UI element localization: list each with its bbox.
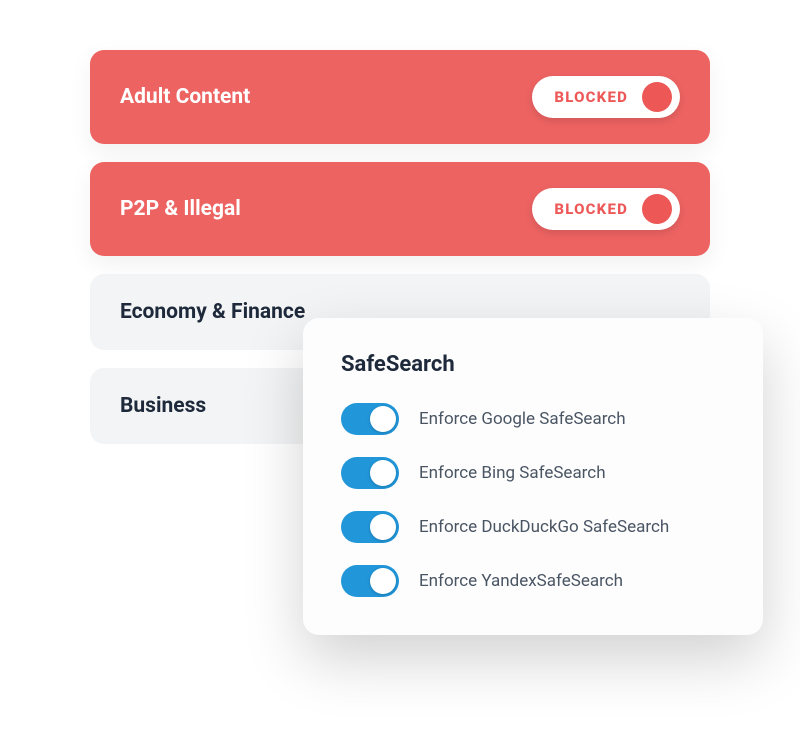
safesearch-label: Enforce DuckDuckGo SafeSearch [419, 517, 669, 537]
safesearch-label: Enforce Google SafeSearch [419, 409, 626, 429]
safesearch-item-bing: Enforce Bing SafeSearch [341, 457, 725, 489]
safesearch-toggle-bing[interactable] [341, 457, 399, 489]
blocked-toggle[interactable]: BLOCKED [532, 76, 680, 118]
category-card-p2p-illegal[interactable]: P2P & Illegal BLOCKED [90, 162, 710, 256]
toggle-knob-icon [370, 406, 396, 432]
category-label: P2P & Illegal [120, 197, 241, 221]
safesearch-item-yandex: Enforce YandexSafeSearch [341, 565, 725, 597]
blocked-toggle-label: BLOCKED [554, 88, 628, 106]
safesearch-toggle-yandex[interactable] [341, 565, 399, 597]
safesearch-item-duckduckgo: Enforce DuckDuckGo SafeSearch [341, 511, 725, 543]
safesearch-toggle-duckduckgo[interactable] [341, 511, 399, 543]
toggle-knob-icon [370, 460, 396, 486]
toggle-knob-icon [642, 194, 672, 224]
safesearch-toggle-google[interactable] [341, 403, 399, 435]
safesearch-label: Enforce YandexSafeSearch [419, 571, 623, 591]
blocked-toggle-label: BLOCKED [554, 200, 628, 218]
category-label: Business [120, 394, 206, 418]
safesearch-panel: SafeSearch Enforce Google SafeSearch Enf… [303, 318, 763, 635]
category-card-adult-content[interactable]: Adult Content BLOCKED [90, 50, 710, 144]
safesearch-title: SafeSearch [341, 352, 725, 377]
toggle-knob-icon [642, 82, 672, 112]
blocked-toggle[interactable]: BLOCKED [532, 188, 680, 230]
toggle-knob-icon [370, 568, 396, 594]
category-label: Economy & Finance [120, 300, 305, 324]
category-label: Adult Content [120, 85, 250, 109]
toggle-knob-icon [370, 514, 396, 540]
safesearch-label: Enforce Bing SafeSearch [419, 463, 606, 483]
safesearch-item-google: Enforce Google SafeSearch [341, 403, 725, 435]
